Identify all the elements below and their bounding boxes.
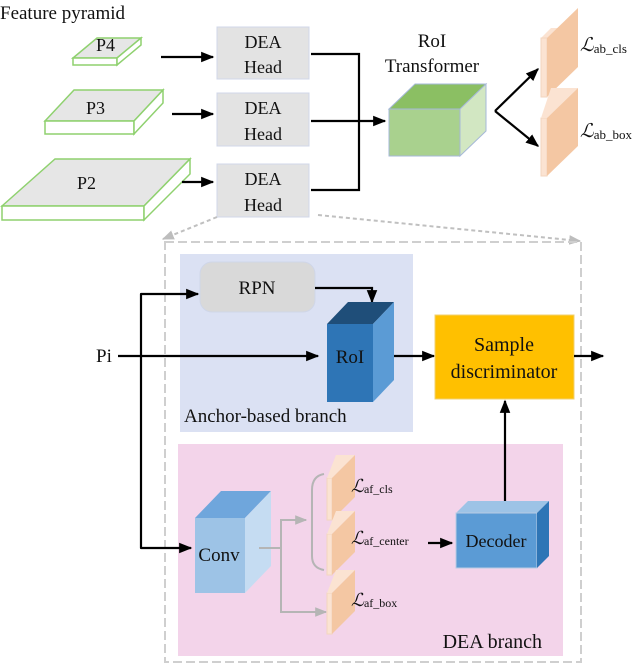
zoom-callout-left (161, 216, 218, 240)
dea-branch-label: DEA branch (443, 631, 542, 653)
loss-ab-cls-label: ℒab_cls (580, 35, 627, 56)
svg-text:Head: Head (244, 57, 282, 77)
svg-text:DEA: DEA (245, 169, 282, 189)
feature-level-p4: P4 (70, 35, 144, 67)
loss-ab-box-label: ℒab_box (580, 121, 632, 142)
conv-label: Conv (198, 545, 240, 566)
svg-text:DEA: DEA (245, 32, 282, 52)
arrow-to-ab-box (494, 110, 540, 147)
decoder-label: Decoder (466, 531, 527, 551)
feature-level-p2: P2 (0, 157, 192, 222)
arrow-to-ab-cls (494, 68, 539, 112)
merge-connector (311, 52, 361, 192)
input-pi-label: Pi (96, 346, 112, 367)
roi-transformer-title-1: RoI (418, 31, 447, 52)
anchor-branch-label: Anchor-based branch (184, 406, 347, 427)
conv-cube[interactable]: Conv (195, 491, 271, 593)
level-label-p3: P3 (86, 98, 105, 118)
svg-text:Sample: Sample (474, 334, 534, 356)
rpn-label: RPN (239, 278, 276, 299)
rpn-block[interactable]: RPN (199, 261, 316, 313)
feature-level-p3: P3 (43, 88, 165, 136)
pyramid-title: Feature pyramid (0, 3, 126, 24)
sample-discriminator[interactable]: Sample discriminator (434, 314, 575, 400)
svg-text:DEA: DEA (245, 98, 282, 118)
svg-text:Head: Head (244, 124, 282, 144)
dea-head-1[interactable]: DEA Head (216, 26, 310, 80)
dea-head-3[interactable]: DEA Head (216, 163, 310, 218)
roi-transformer-cube[interactable] (387, 82, 488, 158)
svg-text:discriminator: discriminator (451, 361, 558, 383)
roi-transformer-title-2: Transformer (385, 56, 480, 77)
level-label-p4: P4 (96, 35, 115, 55)
diagram: Feature pyramid P4 P3 P2 DEA Head DEA He… (0, 3, 632, 663)
svg-text:Head: Head (244, 195, 282, 215)
roi-label: RoI (336, 347, 365, 368)
dea-head-2[interactable]: DEA Head (216, 92, 310, 147)
level-label-p2: P2 (77, 173, 96, 193)
loss-ab-box-plate (540, 88, 578, 177)
decoder-cube[interactable]: Decoder (455, 501, 549, 569)
loss-ab-cls-plate (540, 8, 578, 98)
zoom-callout-right (317, 214, 582, 245)
roi-cube[interactable]: RoI (327, 302, 394, 402)
